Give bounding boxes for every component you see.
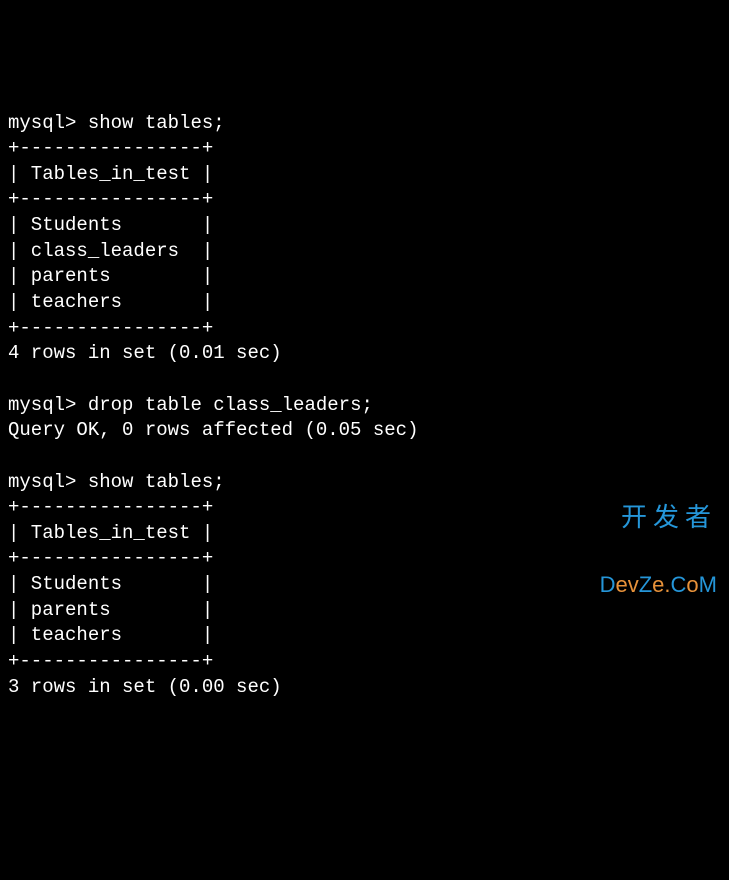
table-row: | parents | <box>8 598 721 624</box>
command-text: show tables; <box>88 471 225 493</box>
table-header-row: | Tables_in_test | <box>8 521 721 547</box>
table-row: | class_leaders | <box>8 239 721 265</box>
table-border: +----------------+ <box>8 136 721 162</box>
table-row: | parents | <box>8 264 721 290</box>
command-text: drop table class_leaders; <box>88 394 373 416</box>
command-line-3: mysql> show tables; <box>8 470 721 496</box>
table-border: +----------------+ <box>8 495 721 521</box>
table-border: +----------------+ <box>8 546 721 572</box>
mysql-prompt: mysql> <box>8 394 76 416</box>
result-summary: 3 rows in set (0.00 sec) <box>8 675 721 701</box>
table-row: | Students | <box>8 572 721 598</box>
command-line-2: mysql> drop table class_leaders; <box>8 393 721 419</box>
table-border: +----------------+ <box>8 187 721 213</box>
mysql-prompt: mysql> <box>8 112 76 134</box>
terminal-output: mysql> show tables;+----------------+| T… <box>8 111 721 701</box>
table-border: +----------------+ <box>8 649 721 675</box>
mysql-prompt: mysql> <box>8 471 76 493</box>
result-summary: 4 rows in set (0.01 sec) <box>8 341 721 367</box>
command-line-1: mysql> show tables; <box>8 111 721 137</box>
table-row: | Students | <box>8 213 721 239</box>
blank-line <box>8 444 721 470</box>
command-text: show tables; <box>88 112 225 134</box>
blank-line <box>8 367 721 393</box>
table-header-row: | Tables_in_test | <box>8 162 721 188</box>
table-border: +----------------+ <box>8 316 721 342</box>
table-row: | teachers | <box>8 290 721 316</box>
table-row: | teachers | <box>8 623 721 649</box>
result-line: Query OK, 0 rows affected (0.05 sec) <box>8 418 721 444</box>
